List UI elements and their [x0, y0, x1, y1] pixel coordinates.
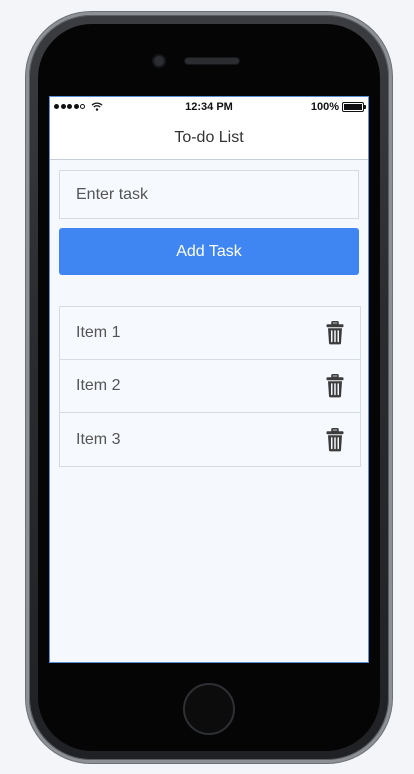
- signal-dot: [73, 104, 79, 109]
- phone-frame: 12:34 PM 100% To-do List Add Task Item 1: [29, 15, 389, 760]
- battery-icon: [341, 101, 366, 112]
- task-label: Item 1: [76, 324, 121, 341]
- list-item: Item 3: [60, 413, 360, 466]
- nav-bar: To-do List: [50, 116, 368, 160]
- status-bar: 12:34 PM 100%: [50, 97, 368, 116]
- page-title: To-do List: [174, 128, 244, 146]
- status-right: 100%: [274, 100, 366, 113]
- list-item: Item 2: [60, 360, 360, 413]
- main-content: Add Task Item 1 I: [50, 160, 368, 467]
- wifi-icon: [91, 102, 103, 111]
- add-task-button[interactable]: Add Task: [59, 228, 359, 275]
- task-list: Item 1 Item 2 Item 3: [59, 306, 361, 467]
- battery-fill: [343, 103, 362, 110]
- signal-dot: [54, 104, 59, 109]
- trash-icon[interactable]: [326, 321, 344, 345]
- signal-dot: [67, 104, 72, 109]
- task-input[interactable]: [59, 170, 359, 219]
- speaker-grille: [185, 58, 239, 64]
- camera-icon: [154, 56, 164, 66]
- app-screen: 12:34 PM 100% To-do List Add Task Item 1: [49, 96, 369, 663]
- signal-dot-empty: [80, 104, 85, 109]
- battery-percentage: 100%: [310, 100, 339, 113]
- signal-dots-icon: [54, 104, 85, 109]
- trash-icon[interactable]: [326, 374, 344, 398]
- signal-dot: [60, 104, 66, 109]
- stage: 12:34 PM 100% To-do List Add Task Item 1: [0, 0, 414, 774]
- status-left: [54, 102, 144, 111]
- trash-icon[interactable]: [326, 427, 344, 452]
- home-button[interactable]: [183, 683, 235, 735]
- status-time: 12:34 PM: [185, 100, 233, 113]
- task-label: Item 3: [76, 430, 121, 448]
- task-label: Item 2: [76, 377, 121, 394]
- list-item: Item 1: [60, 307, 360, 360]
